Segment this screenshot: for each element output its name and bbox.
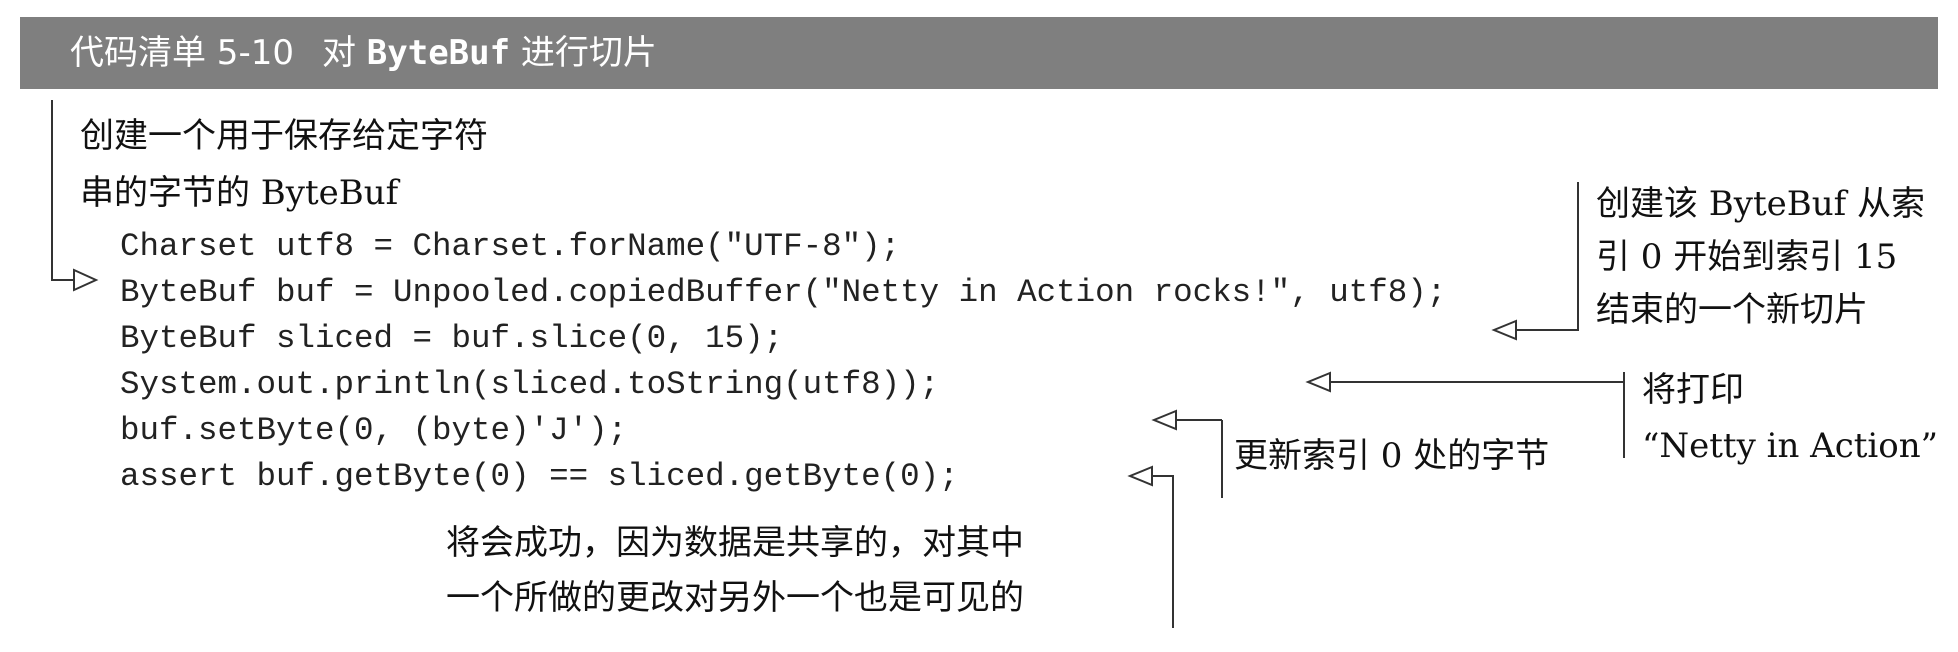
callout-line-create-buffer bbox=[51, 100, 74, 281]
arrowhead-create-slice bbox=[1491, 319, 1517, 341]
arrowhead-update-byte bbox=[1151, 409, 1177, 431]
callout-line-assert-success bbox=[1152, 475, 1174, 628]
arrowhead-assert-success bbox=[1127, 465, 1153, 487]
arrowhead-will-print bbox=[1305, 371, 1331, 393]
callout-line-create-slice bbox=[1516, 182, 1579, 331]
arrowhead-create-buffer bbox=[73, 268, 99, 292]
callout-arrows bbox=[51, 100, 1625, 628]
